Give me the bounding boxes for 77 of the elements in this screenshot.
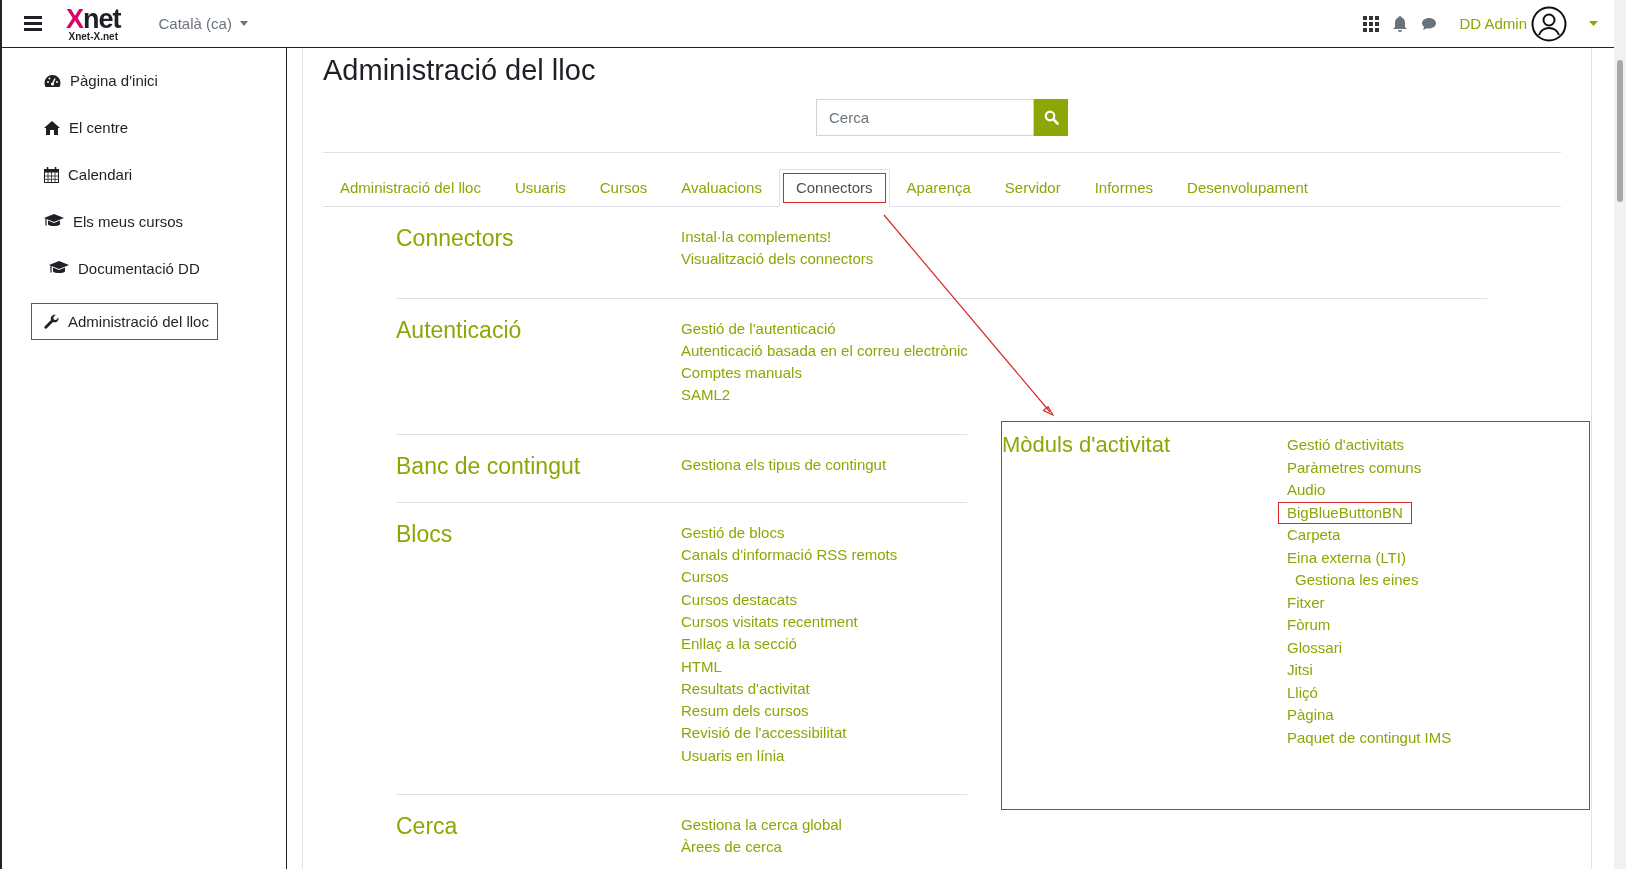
admin-link[interactable]: Revisió de l'accessibilitat	[681, 722, 847, 745]
caret-icon[interactable]	[1589, 21, 1598, 26]
tab[interactable]: Cursos	[582, 169, 665, 207]
admin-link[interactable]: Visualització dels connectors	[681, 248, 874, 271]
language-menu[interactable]: Català (ca)	[158, 11, 248, 36]
admin-link[interactable]: Gestió de blocs	[681, 521, 785, 545]
admin-link[interactable]: Pàgina	[1278, 704, 1343, 727]
admin-link[interactable]: Gestió de l'autenticació	[681, 317, 836, 340]
admin-link[interactable]: Cursos	[681, 566, 729, 589]
admin-link[interactable]: Resum dels cursos	[681, 700, 809, 723]
admin-link[interactable]: Fitxer	[1278, 591, 1334, 614]
section-title: Connectors	[396, 224, 515, 253]
apps-grid-icon[interactable]	[1363, 15, 1380, 32]
section-title: Cerca	[396, 812, 459, 842]
scrollbar[interactable]	[1614, 0, 1626, 869]
admin-link[interactable]: Resultats d'activitat	[681, 677, 810, 701]
chat-bubble-icon[interactable]	[1421, 16, 1438, 31]
admin-link[interactable]: Cursos destacats	[681, 588, 797, 611]
admin-link[interactable]: Cursos visitats recentment	[681, 610, 858, 634]
graduation-cap-icon	[44, 214, 64, 229]
section-title: Autenticació	[396, 315, 523, 345]
admin-link[interactable]: Canals d'informació RSS remots	[681, 544, 898, 567]
logo[interactable]: Xnet	[66, 5, 121, 33]
admin-link[interactable]: SAML2	[681, 384, 731, 407]
admin-link[interactable]: BigBlueButtonBN	[1278, 501, 1412, 524]
tab[interactable]: Servidor	[987, 169, 1078, 207]
logo-subtitle: Xnet-X.net	[68, 31, 118, 42]
menu-icon[interactable]	[24, 16, 42, 31]
admin-link[interactable]: Paràmetres comuns	[1278, 456, 1431, 479]
admin-link[interactable]: Gestiona les eines	[1286, 569, 1428, 592]
tab[interactable]: Usuaris	[497, 169, 583, 207]
sidebar-item[interactable]: El centre	[31, 109, 138, 146]
graduation-cap-icon	[49, 261, 69, 276]
admin-link[interactable]: Gestió d'activitats	[1278, 434, 1414, 457]
search-button[interactable]	[1034, 99, 1068, 136]
section-title: Blocs	[396, 519, 454, 549]
calendar-icon	[44, 166, 59, 183]
search-icon	[1043, 110, 1059, 125]
sidebar-item[interactable]: Calendari	[31, 156, 142, 193]
page-title: Administració del lloc	[323, 53, 597, 87]
admin-link[interactable]: Gestiona la cerca global	[681, 814, 842, 837]
admin-link[interactable]: Autenticació basada en el correu electrònic	[681, 339, 968, 363]
admin-link[interactable]: Carpeta	[1278, 524, 1350, 547]
tab[interactable]: Connectors	[778, 169, 890, 207]
home-icon	[44, 120, 60, 135]
admin-link[interactable]: Comptes manuals	[681, 362, 802, 385]
tab[interactable]: Informes	[1077, 169, 1171, 207]
tab[interactable]: Avaluacions	[664, 169, 779, 207]
admin-link[interactable]: Gestiona els tipus de contingut	[681, 453, 887, 477]
avatar-icon[interactable]	[1531, 5, 1567, 42]
admin-link[interactable]: Jitsi	[1278, 659, 1322, 682]
admin-link[interactable]: Usuaris en línia	[681, 744, 785, 768]
admin-link[interactable]: Fòrum	[1278, 614, 1340, 637]
admin-link[interactable]: Àrees de cerca	[681, 836, 782, 859]
admin-link[interactable]: Glossari	[1278, 636, 1351, 659]
admin-link[interactable]: Audio	[1278, 479, 1335, 502]
admin-link[interactable]: HTML	[681, 655, 722, 678]
sidebar-item[interactable]: Els meus cursos	[31, 203, 193, 240]
tab[interactable]: Administració del lloc	[323, 169, 498, 207]
sidebar-item[interactable]: Administració del lloc	[31, 303, 218, 340]
notification-bell-icon[interactable]	[1393, 15, 1408, 32]
section-title: Mòduls d'activitat	[1002, 432, 1172, 459]
admin-link[interactable]: Eina externa (LTI)	[1278, 546, 1415, 569]
user-name[interactable]: DD Admin	[1459, 15, 1527, 32]
tab[interactable]: Desenvolupament	[1170, 169, 1325, 207]
caret-icon	[239, 21, 248, 26]
search-field[interactable]: Cerca	[816, 99, 1034, 136]
tab[interactable]: Aparença	[889, 169, 988, 207]
dashboard-icon	[44, 73, 61, 88]
admin-link[interactable]: Lliçó	[1278, 681, 1327, 704]
admin-link[interactable]: Paquet de contingut IMS	[1278, 726, 1461, 749]
sidebar-item[interactable]: Documentació DD	[31, 250, 209, 287]
admin-link[interactable]: Instal·la complements!	[681, 226, 832, 249]
sidebar-item[interactable]: Pàgina d'inici	[31, 62, 167, 99]
admin-link[interactable]: Enllaç a la secció	[681, 633, 797, 656]
wrench-icon	[44, 314, 59, 329]
section-title: Banc de contingut	[396, 451, 582, 481]
